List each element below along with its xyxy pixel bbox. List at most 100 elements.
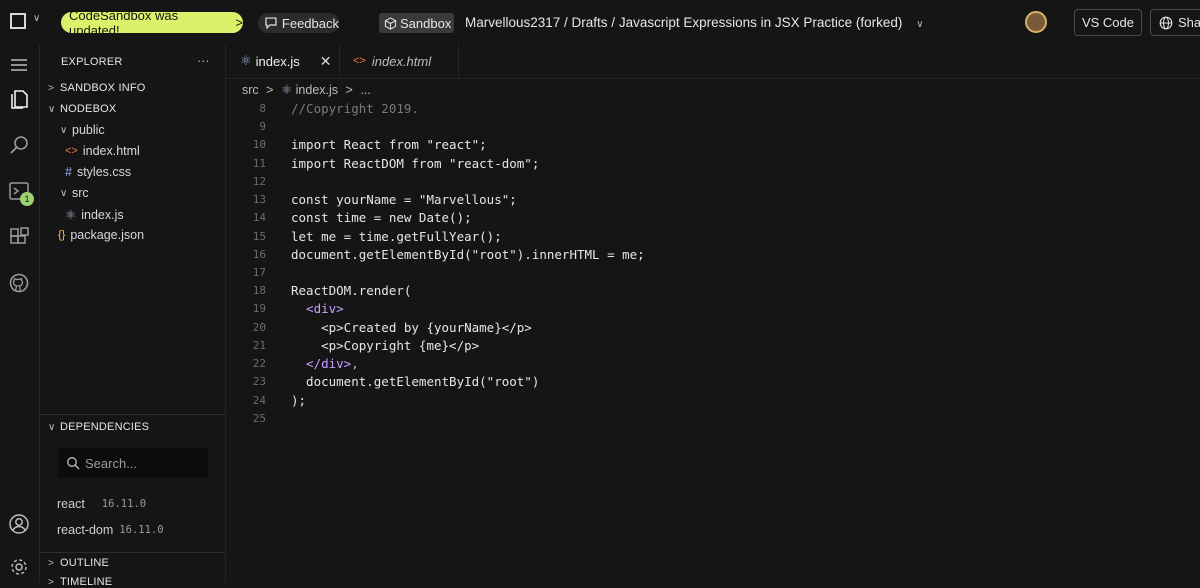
account-icon[interactable] [8, 513, 30, 535]
dependency-item[interactable]: react-dom 16.11.0 [57, 523, 164, 537]
line-number: 8 [259, 102, 266, 115]
code-line[interactable]: 12 [226, 173, 1200, 191]
code-line[interactable]: 16 document.getElementById("root").innerH… [226, 246, 1200, 264]
code-line[interactable]: 19 <div> [226, 300, 1200, 318]
folder-src[interactable]: ∨ src [60, 186, 89, 200]
dependencies-section[interactable]: ∨ DEPENDENCIES [48, 421, 149, 433]
sandbox-path[interactable]: Marvellous2317 / Drafts / Javascript Exp… [465, 15, 924, 30]
github-icon[interactable] [8, 272, 30, 294]
code-line[interactable]: 21 <p>Copyright {me}</p> [226, 337, 1200, 355]
chat-bubble-icon [265, 17, 277, 30]
line-number: 9 [259, 120, 266, 133]
search-icon[interactable] [8, 134, 30, 156]
hamburger-icon[interactable] [8, 54, 30, 76]
code-line[interactable]: 22 </div>, [226, 355, 1200, 373]
code-line[interactable]: 14 const time = new Date(); [226, 209, 1200, 227]
css-file-icon: # [65, 165, 72, 179]
outline-label: OUTLINE [60, 557, 110, 569]
timeline-label: TIMELINE [60, 576, 113, 588]
code-line[interactable]: 9 [226, 118, 1200, 136]
update-notice-button[interactable]: CodeSandbox was updated! > [61, 8, 243, 38]
line-number: 11 [252, 157, 266, 170]
sandbox-path-text: Marvellous2317 / Drafts / Javascript Exp… [465, 15, 903, 30]
code-line[interactable]: 11 import ReactDOM from "react-dom"; [226, 155, 1200, 173]
dependency-version: 16.11.0 [119, 524, 164, 536]
breadcrumb-file[interactable]: index.js [296, 83, 338, 97]
file-package-json-label: package.json [70, 228, 145, 242]
line-number: 17 [252, 266, 266, 279]
sandbox-badge: Sandbox [379, 13, 454, 33]
file-index-js[interactable]: ⚛ index.js [65, 207, 124, 223]
sandbox-label: Sandbox [400, 15, 452, 31]
code-line[interactable]: 20 <p>Created by {yourName}</p> [226, 319, 1200, 337]
code-line[interactable]: 15 let me = time.getFullYear(); [226, 228, 1200, 246]
code-text: //Copyright 2019. [291, 101, 419, 116]
divider [40, 414, 225, 415]
line-number: 14 [252, 211, 266, 224]
code-line[interactable]: 23 document.getElementById("root") [226, 373, 1200, 391]
code-text: const yourName = "Marvellous"; [291, 192, 517, 207]
dependency-name: react [57, 497, 85, 511]
chevron-right-icon: > [235, 15, 243, 30]
code-line[interactable]: 17 [226, 264, 1200, 282]
chevron-down-icon[interactable]: ∨ [33, 13, 40, 24]
code-text: <p>Created by {yourName}</p> [291, 320, 532, 335]
timeline-section[interactable]: > TIMELINE [48, 576, 112, 588]
code-line[interactable]: 10 import React from "react"; [226, 136, 1200, 154]
line-number: 20 [252, 321, 266, 334]
nodebox-section[interactable]: ∨ NODEBOX [48, 103, 116, 115]
dependency-search-input[interactable]: Search... [58, 448, 208, 478]
feedback-button[interactable]: Feedback [258, 13, 339, 33]
line-number: 21 [252, 339, 266, 352]
code-text: <p>Copyright {me}</p> [291, 338, 480, 353]
menu-icon[interactable] [10, 13, 26, 29]
tab-index-html[interactable]: <> index.html [341, 44, 459, 78]
more-options-icon[interactable]: ··· [197, 54, 210, 68]
code-text: import ReactDOM from "react-dom"; [291, 156, 540, 171]
share-button[interactable]: Sha [1150, 9, 1200, 36]
close-icon[interactable]: ✕ [320, 53, 332, 70]
line-number: 22 [252, 357, 266, 370]
dependency-version: 16.11.0 [101, 498, 147, 510]
line-number: 13 [252, 193, 266, 206]
files-icon[interactable] [8, 88, 30, 110]
html-file-icon: <> [65, 145, 78, 157]
line-number: 18 [252, 284, 266, 297]
avatar[interactable] [1025, 11, 1047, 33]
chevron-right-icon: > [266, 83, 274, 97]
file-index-html-label: index.html [82, 144, 140, 158]
editor-tab-bar: ⚛ index.js ✕ <> index.html [226, 44, 1200, 79]
share-label: Sha [1178, 15, 1200, 30]
react-file-icon: ⚛ [280, 83, 293, 97]
code-text: ReactDOM.render( [291, 283, 412, 298]
file-package-json[interactable]: {} package.json [58, 228, 144, 242]
code-line[interactable]: 8 //Copyright 2019. [226, 100, 1200, 118]
breadcrumb-trail[interactable]: ... [360, 83, 370, 97]
folder-public[interactable]: ∨ public [60, 123, 105, 137]
code-line[interactable]: 25 [226, 410, 1200, 428]
file-index-html[interactable]: <> index.html [65, 144, 140, 158]
tab-index-js[interactable]: ⚛ index.js ✕ [226, 44, 340, 78]
cube-icon [384, 16, 397, 30]
tab-label: index.html [371, 53, 432, 69]
chevron-right-icon: > [48, 82, 55, 94]
chevron-right-icon: > [48, 576, 55, 588]
code-text: let me = time.getFullYear(); [291, 229, 502, 244]
outline-section[interactable]: > OUTLINE [48, 557, 109, 569]
code-text: const time = new Date(); [291, 210, 472, 225]
vscode-button[interactable]: VS Code [1074, 9, 1142, 36]
gear-icon[interactable] [8, 556, 30, 578]
code-text: document.getElementById("root") [291, 374, 540, 389]
feedback-label: Feedback [281, 15, 339, 31]
dependency-item[interactable]: react 16.11.0 [57, 497, 146, 511]
line-number: 10 [252, 138, 266, 151]
chevron-down-icon[interactable]: ∨ [916, 19, 923, 30]
sandbox-info-section[interactable]: > SANDBOX INFO [48, 82, 146, 94]
file-styles-css[interactable]: # styles.css [65, 165, 131, 179]
code-text: <div> [291, 301, 344, 316]
code-line[interactable]: 13 const yourName = "Marvellous"; [226, 191, 1200, 209]
extensions-icon[interactable] [8, 226, 30, 248]
code-line[interactable]: 24); [226, 392, 1200, 410]
breadcrumb-folder[interactable]: src [242, 83, 259, 97]
code-line[interactable]: 18 ReactDOM.render( [226, 282, 1200, 300]
